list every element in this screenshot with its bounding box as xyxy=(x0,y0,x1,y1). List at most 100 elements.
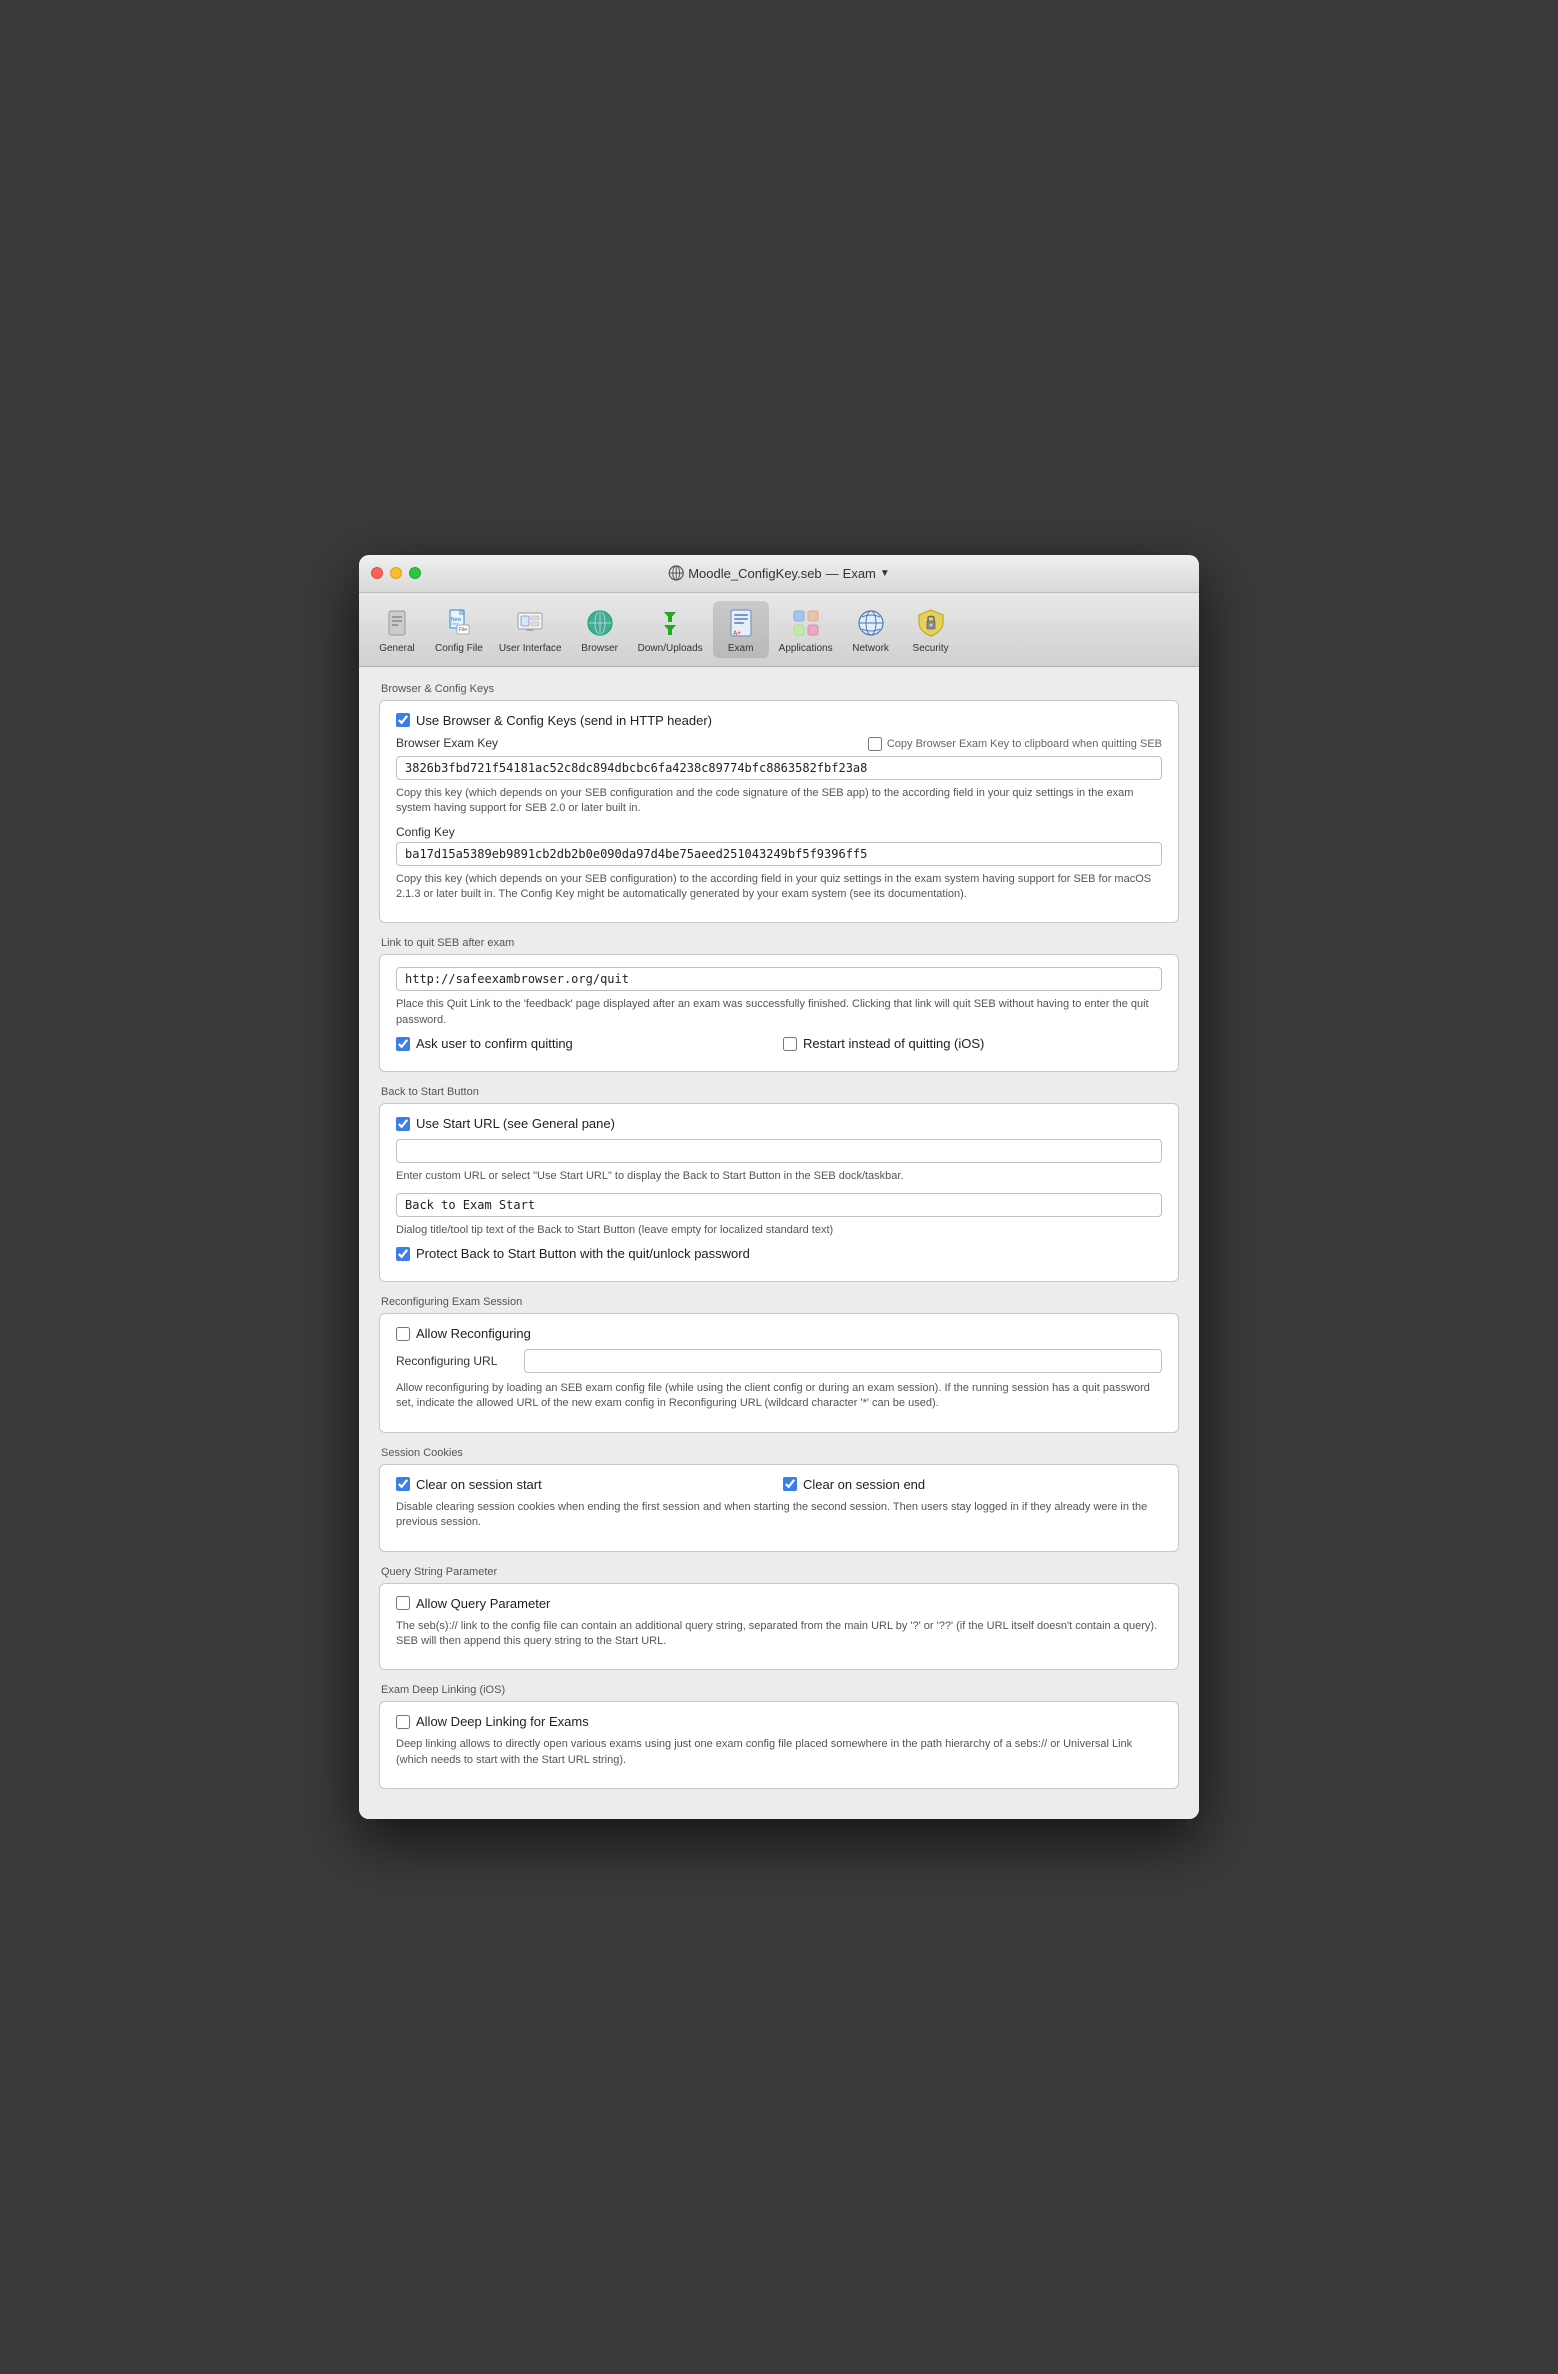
config-file-label: Config File xyxy=(435,643,483,654)
back-to-start-section: Use Start URL (see General pane) Enter c… xyxy=(379,1103,1179,1282)
config-key-description: Copy this key (which depends on your SEB… xyxy=(396,872,1162,903)
session-cookies-section: Clear on session start Clear on session … xyxy=(379,1464,1179,1552)
minimize-button[interactable] xyxy=(390,567,402,579)
titlebar: Moodle_ConfigKey.seb — Exam ▼ xyxy=(359,555,1199,593)
protect-back-checkbox[interactable] xyxy=(396,1247,410,1261)
browser-exam-key-field-label: Browser Exam Key xyxy=(396,736,498,750)
toolbar-item-down-uploads[interactable]: Down/Uploads xyxy=(632,601,709,658)
toolbar-item-user-interface[interactable]: User Interface xyxy=(493,601,568,658)
reconfiguring-description: Allow reconfiguring by loading an SEB ex… xyxy=(396,1381,1162,1412)
custom-url-input[interactable] xyxy=(396,1139,1162,1163)
toolbar-item-exam[interactable]: A+ Exam xyxy=(713,601,769,658)
query-string-section: Allow Query Parameter The seb(s):// link… xyxy=(379,1583,1179,1671)
security-label: Security xyxy=(913,643,949,654)
browser-exam-key-input[interactable] xyxy=(396,756,1162,780)
use-start-url-row: Use Start URL (see General pane) xyxy=(396,1116,1162,1131)
user-interface-icon xyxy=(512,605,548,641)
maximize-button[interactable] xyxy=(409,567,421,579)
allow-query-label: Allow Query Parameter xyxy=(416,1596,550,1611)
svg-text:A+: A+ xyxy=(733,631,741,637)
restart-ios-row: Restart instead of quitting (iOS) xyxy=(783,1036,1162,1051)
reconfiguring-url-input[interactable] xyxy=(524,1349,1162,1373)
use-start-url-label: Use Start URL (see General pane) xyxy=(416,1116,615,1131)
traffic-lights xyxy=(371,567,421,579)
quit-options-row: Ask user to confirm quitting Restart ins… xyxy=(396,1036,1162,1059)
quit-link-description: Place this Quit Link to the 'feedback' p… xyxy=(396,997,1162,1028)
clear-on-end-checkbox[interactable] xyxy=(783,1477,797,1491)
browser-config-keys-section: Use Browser & Config Keys (send in HTTP … xyxy=(379,700,1179,924)
allow-query-checkbox[interactable] xyxy=(396,1596,410,1610)
browser-icon xyxy=(582,605,618,641)
link-to-quit-label: Link to quit SEB after exam xyxy=(379,937,1179,949)
allow-reconfiguring-checkbox[interactable] xyxy=(396,1327,410,1341)
reconfiguring-url-row: Reconfiguring URL xyxy=(396,1349,1162,1373)
restart-ios-checkbox[interactable] xyxy=(783,1037,797,1051)
quit-link-input[interactable] xyxy=(396,967,1162,991)
clear-on-end-row: Clear on session end xyxy=(783,1477,1162,1492)
use-browser-config-keys-checkbox[interactable] xyxy=(396,713,410,727)
clear-on-end-label: Clear on session end xyxy=(803,1477,925,1492)
allow-deep-linking-checkbox[interactable] xyxy=(396,1715,410,1729)
allow-deep-linking-label: Allow Deep Linking for Exams xyxy=(416,1714,589,1729)
dialog-title-input[interactable] xyxy=(396,1193,1162,1217)
title-separator: — xyxy=(826,566,839,581)
globe-icon xyxy=(668,565,684,581)
toolbar-item-config-file[interactable]: New One File Config File xyxy=(429,601,489,658)
toolbar-item-security[interactable]: Security xyxy=(903,601,959,658)
general-label: General xyxy=(379,643,415,654)
reconfiguring-url-label: Reconfiguring URL xyxy=(396,1354,516,1368)
toolbar-item-browser[interactable]: Browser xyxy=(572,601,628,658)
browser-config-keys-label: Browser & Config Keys xyxy=(379,683,1179,695)
user-interface-label: User Interface xyxy=(499,643,562,654)
browser-exam-key-row: Browser Exam Key Copy Browser Exam Key t… xyxy=(396,736,1162,753)
exam-label: Exam xyxy=(728,643,754,654)
down-uploads-icon xyxy=(652,605,688,641)
session-cookies-outer-label: Session Cookies xyxy=(379,1447,1179,1459)
clear-on-start-checkbox[interactable] xyxy=(396,1477,410,1491)
close-button[interactable] xyxy=(371,567,383,579)
deep-linking-section: Allow Deep Linking for Exams Deep linkin… xyxy=(379,1701,1179,1789)
browser-label: Browser xyxy=(581,643,618,654)
copy-to-clipboard-checkbox[interactable] xyxy=(868,737,882,751)
applications-label: Applications xyxy=(779,643,833,654)
toolbar: General New One File Config File xyxy=(359,593,1199,667)
protect-back-row: Protect Back to Start Button with the qu… xyxy=(396,1246,1162,1261)
allow-reconfiguring-row: Allow Reconfiguring xyxy=(396,1326,1162,1341)
config-key-input[interactable] xyxy=(396,842,1162,866)
dropdown-arrow[interactable]: ▼ xyxy=(880,568,890,579)
browser-exam-key-description: Copy this key (which depends on your SEB… xyxy=(396,786,1162,817)
window-title: Moodle_ConfigKey.seb — Exam ▼ xyxy=(668,565,890,581)
restart-ios-label: Restart instead of quitting (iOS) xyxy=(803,1036,984,1051)
exam-icon: A+ xyxy=(723,605,759,641)
deep-linking-outer-label: Exam Deep Linking (iOS) xyxy=(379,1684,1179,1696)
toolbar-item-network[interactable]: Network xyxy=(843,601,899,658)
session-cookies-description: Disable clearing session cookies when en… xyxy=(396,1500,1162,1531)
protect-back-label: Protect Back to Start Button with the qu… xyxy=(416,1246,750,1261)
reconfiguring-label: Reconfiguring Exam Session xyxy=(379,1296,1179,1308)
custom-url-description: Enter custom URL or select "Use Start UR… xyxy=(396,1169,1162,1184)
app-window: Moodle_ConfigKey.seb — Exam ▼ General xyxy=(359,555,1199,1819)
security-icon xyxy=(913,605,949,641)
toolbar-item-applications[interactable]: Applications xyxy=(773,601,839,658)
query-string-description: The seb(s):// link to the config file ca… xyxy=(396,1619,1162,1650)
deep-linking-description: Deep linking allows to directly open var… xyxy=(396,1737,1162,1768)
down-uploads-label: Down/Uploads xyxy=(638,643,703,654)
copy-to-clipboard-row: Copy Browser Exam Key to clipboard when … xyxy=(868,737,1162,751)
reconfiguring-section: Allow Reconfiguring Reconfiguring URL Al… xyxy=(379,1313,1179,1433)
allow-query-row: Allow Query Parameter xyxy=(396,1596,1162,1611)
main-content: Browser & Config Keys Use Browser & Conf… xyxy=(359,667,1199,1819)
title-text: Moodle_ConfigKey.seb xyxy=(688,566,821,581)
use-start-url-checkbox[interactable] xyxy=(396,1117,410,1131)
config-file-icon: New One File xyxy=(441,605,477,641)
ask-confirm-checkbox[interactable] xyxy=(396,1037,410,1051)
network-icon xyxy=(853,605,889,641)
toolbar-item-general[interactable]: General xyxy=(369,601,425,658)
applications-icon xyxy=(788,605,824,641)
clear-on-start-label: Clear on session start xyxy=(416,1477,542,1492)
query-string-outer-label: Query String Parameter xyxy=(379,1566,1179,1578)
allow-deep-linking-row: Allow Deep Linking for Exams xyxy=(396,1714,1162,1729)
link-to-quit-section: Place this Quit Link to the 'feedback' p… xyxy=(379,954,1179,1072)
config-key-field-label: Config Key xyxy=(396,825,1162,839)
network-label: Network xyxy=(852,643,889,654)
general-icon xyxy=(379,605,415,641)
